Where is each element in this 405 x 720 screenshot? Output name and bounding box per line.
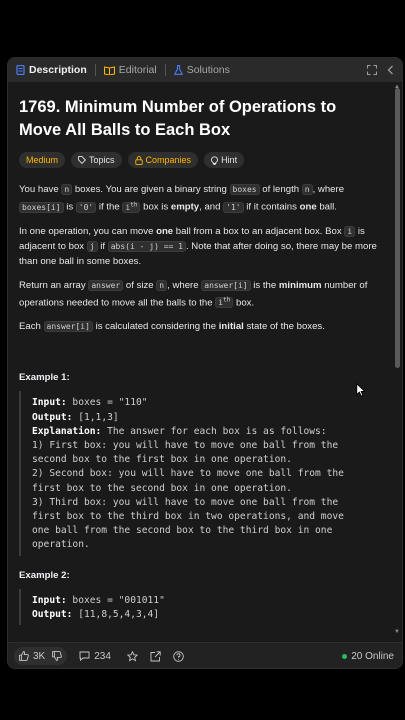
tab-solutions[interactable]: Solutions <box>166 58 238 82</box>
tag-chips: Medium Topics Companies Hint <box>19 152 381 168</box>
tab-actions <box>367 65 402 75</box>
hint-label: Hint <box>221 155 238 165</box>
description-paragraph: You have n boxes. You are given a binary… <box>19 184 345 213</box>
tab-bar: Description Editorial Solutions <box>8 58 402 82</box>
example-2-input: Input: boxes = "001011" <box>32 594 165 606</box>
companies-button[interactable]: Companies <box>127 152 199 168</box>
note-paragraph: Each answer[i] is calculated considering… <box>19 321 325 333</box>
bottom-action-bar: 3K 234 20 Online <box>8 642 402 668</box>
topics-label: Topics <box>89 155 115 165</box>
difficulty-label: Medium <box>26 155 59 165</box>
example-2-output: Output: [11,8,5,4,3,4] <box>32 608 160 620</box>
explanation-line: 3) Third box: you will have to move one … <box>32 496 339 508</box>
star-icon <box>126 650 138 662</box>
tab-description-label: Description <box>29 64 87 76</box>
vote-group: 3K <box>8 647 73 665</box>
example-1-output: Output: [1,1,3] <box>32 411 119 423</box>
problem-content: 1769. Minimum Number of Operations to Mo… <box>19 96 381 639</box>
online-indicator: 20 Online <box>342 651 402 662</box>
like-count: 3K <box>33 650 46 662</box>
share-icon <box>150 650 161 661</box>
operation-paragraph: In one operation, you can move one ball … <box>19 225 377 267</box>
example-1-input: Input: boxes = "110" <box>32 397 148 409</box>
example-1-title: Example 1: <box>19 372 70 384</box>
expand-icon[interactable] <box>367 65 377 75</box>
tab-editorial[interactable]: Editorial <box>96 58 165 82</box>
help-button[interactable] <box>167 650 190 662</box>
scrollbar-thumb[interactable] <box>395 88 400 368</box>
thumbs-up-icon[interactable] <box>19 651 29 661</box>
hint-button[interactable]: Hint <box>204 152 245 168</box>
tag-icon <box>78 156 87 164</box>
vote-pill: 3K <box>14 647 68 665</box>
companies-label: Companies <box>145 155 192 165</box>
comment-count: 234 <box>94 650 111 662</box>
difficulty-badge: Medium <box>19 152 66 168</box>
online-dot <box>342 653 348 659</box>
lightbulb-icon <box>211 155 218 165</box>
example-1-explanation: Explanation: The answer for each box is … <box>32 425 327 437</box>
comment-icon <box>79 651 90 661</box>
return-paragraph: Return an array answer of size n, where … <box>19 279 368 309</box>
explanation-line: operation. <box>32 539 90 551</box>
share-button[interactable] <box>144 650 167 662</box>
example-2-title: Example 2: <box>19 569 70 581</box>
question-icon <box>173 650 184 662</box>
explanation-line: one ball from the second box to the thir… <box>32 525 333 537</box>
scroll-down-arrow[interactable]: ▼ <box>394 629 400 635</box>
explanation-line: first box to the second box in one opera… <box>32 482 292 494</box>
explanation-line: 1) First box: you will have to move one … <box>32 439 339 451</box>
flask-icon <box>173 65 183 75</box>
book-icon <box>103 65 115 75</box>
tab-editorial-label: Editorial <box>118 64 157 76</box>
explanation-line: first box to the third box in two operat… <box>32 510 344 522</box>
mouse-cursor-icon <box>356 383 366 397</box>
explanation-line: 2) Second box: you will have to move one… <box>32 468 344 480</box>
problem-panel: Description Editorial Solutions ▲ ▼ 1769… <box>7 57 403 669</box>
explanation-line: second box to the first box in one opera… <box>32 454 292 466</box>
tab-description[interactable]: Description <box>8 58 95 82</box>
thumbs-down-icon[interactable] <box>52 651 63 661</box>
topics-button[interactable]: Topics <box>71 152 122 168</box>
example-1-block: Input: boxes = "110" Output: [1,1,3] Exp… <box>19 391 381 556</box>
chevron-left-icon[interactable] <box>387 65 394 75</box>
example-2-block: Input: boxes = "001011" Output: [11,8,5,… <box>19 588 381 625</box>
online-count: 20 Online <box>351 650 394 662</box>
problem-title[interactable]: 1769. Minimum Number of Operations to Mo… <box>19 96 381 142</box>
lock-icon <box>134 155 143 165</box>
comments-button[interactable]: 234 <box>73 651 117 662</box>
document-icon <box>16 65 25 75</box>
star-button[interactable] <box>117 650 144 662</box>
tab-solutions-label: Solutions <box>186 64 230 76</box>
